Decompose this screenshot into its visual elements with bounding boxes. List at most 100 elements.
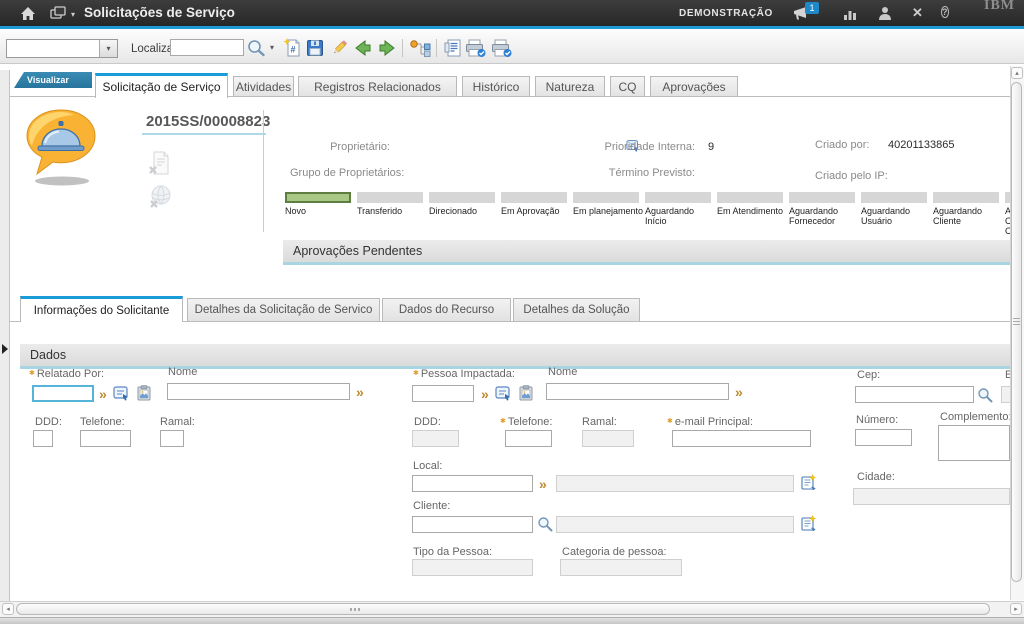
affected-person-input[interactable] [412,385,474,402]
horizontal-scrollbar-grip [350,608,352,611]
owner-label: Proprietário: [290,141,390,153]
next-record-button[interactable] [375,36,399,60]
sign-out-icon[interactable]: ✕ [912,6,923,20]
cep-search-icon[interactable] [977,387,993,403]
horizontal-scrollbar-thumb[interactable] [16,603,990,615]
stage-label-direcionado: Direcionado [429,206,499,216]
svg-text:#: # [291,45,296,55]
person-type-field [412,559,533,576]
clear-changes-button[interactable] [327,36,351,60]
reported-by-name-input[interactable] [167,383,350,400]
globe-disabled-icon [147,184,173,210]
scroll-up-icon[interactable]: ▴ [1011,67,1023,79]
stage-label-aguardando-inicio: Aguardando Início [645,206,715,226]
expand-panel-handle-icon[interactable] [2,344,8,354]
affected-ddd-input [412,430,459,447]
reported-by-input[interactable] [32,385,94,402]
vertical-scrollbar-thumb[interactable] [1011,82,1022,582]
location-long-description-icon[interactable] [800,474,817,490]
reported-by-detail-menu-icon[interactable]: » [99,388,107,400]
delete-document-icon [147,150,173,176]
reported-by-person-details-icon[interactable] [136,385,153,401]
stage-box [573,192,639,203]
search-options-caret-icon[interactable]: ▾ [266,36,278,60]
subtab-dados-do-recurso[interactable]: Dados do Recurso [382,298,511,321]
tab-registros-relacionados[interactable]: Registros Relacionados [298,76,457,96]
affected-person-name-label: Nome [548,366,577,378]
subtab-informacoes-do-solicitante[interactable]: Informações do Solicitante [20,296,183,322]
stage-box-current [285,192,351,203]
tab-solicitacao-de-servico[interactable]: Solicitação de Serviço [95,73,228,98]
location-label: Local: [413,460,442,472]
cep-input[interactable] [855,386,974,403]
stage-label-em-atendimento: Em Atendimento [717,206,791,216]
window-footer [0,617,1024,624]
customer-long-description-icon[interactable] [800,515,817,531]
find-input[interactable] [170,39,244,56]
affected-phone-label: Telefone: [500,416,552,428]
internal-priority-label: Prioridade Interna: [595,141,695,153]
applications-menu-caret-icon[interactable]: ▾ [71,11,75,19]
affected-person-detail-menu-icon[interactable]: » [481,388,489,400]
help-icon[interactable]: ? [941,6,949,19]
customer-input[interactable] [412,516,533,533]
created-by-label: Criado por: [815,139,869,151]
stage-label-aguardando-usuario: Aguardando Usuário [861,206,931,226]
affected-person-details-icon[interactable] [518,385,535,401]
affected-phone-input[interactable] [505,430,552,447]
location-input[interactable] [412,475,533,492]
affected-person-name-detail-menu-icon[interactable]: » [735,386,743,398]
reported-by-select-value-icon[interactable] [113,385,130,401]
affected-person-label: Pessoa Impactada: [413,368,515,380]
email-input[interactable] [672,430,811,447]
view-list-tab[interactable]: Visualizar Lista [14,72,92,88]
print-attached-documents-button[interactable] [489,36,513,60]
reports-button[interactable] [441,36,465,60]
environment-label: DEMONSTRAÇÃO [679,8,773,19]
cep-label: Cep: [857,369,880,381]
titlebar: ▾ Solicitações de Serviço DEMONSTRAÇÃO 1… [0,0,1024,26]
combobox-caret-icon[interactable]: ▾ [99,40,117,57]
customer-search-icon[interactable] [537,516,553,532]
stage-label-transferido: Transferido [357,206,427,216]
reported-by-ddd-input[interactable] [33,430,53,447]
stage-box [429,192,495,203]
print-button[interactable] [463,36,487,60]
quick-insert-combobox[interactable]: ▾ [6,39,118,58]
reported-by-name-detail-menu-icon[interactable]: » [356,386,364,398]
complement-textarea[interactable] [938,425,1010,461]
subtab-detalhes-da-solucao[interactable]: Detalhes da Solução [513,298,640,321]
internal-priority-value: 9 [708,141,714,153]
route-workflow-button[interactable] [408,36,432,60]
number-input[interactable] [855,429,912,446]
scroll-right-icon[interactable]: ▸ [1010,603,1022,615]
tab-cq[interactable]: CQ [610,76,645,96]
city-field [853,488,1010,505]
tab-historico[interactable]: Histórico [462,76,530,96]
previous-record-button[interactable] [351,36,375,60]
go-to-applications-icon[interactable] [50,6,69,20]
affected-ddd-label: DDD: [414,416,441,428]
reports-chart-icon[interactable] [843,7,858,20]
save-button[interactable] [303,36,327,60]
location-description-field [556,475,794,492]
profile-icon[interactable] [878,6,892,20]
bulletin-count-badge[interactable]: 1 [805,2,819,14]
find-search-icon[interactable] [244,36,268,60]
email-label: e-mail Principal: [667,416,753,428]
location-detail-menu-icon[interactable]: » [539,478,547,490]
scroll-left-icon[interactable]: ◂ [2,603,14,615]
reported-by-ext-input[interactable] [160,430,184,447]
home-icon[interactable] [20,6,36,21]
subtab-detalhes-da-solicitacao[interactable]: Detalhes da Solicitação de Servico [187,298,380,321]
reported-by-phone-input[interactable] [80,430,131,447]
tab-aprovacoes[interactable]: Aprovações [650,76,738,96]
stage-box [501,192,567,203]
tab-natureza[interactable]: Natureza [535,76,605,96]
tab-atividades[interactable]: Atividades [233,76,294,96]
affected-person-select-value-icon[interactable] [495,385,512,401]
affected-person-name-input[interactable] [546,383,729,400]
number-label: Número: [856,414,898,426]
target-finish-label: Término Previsto: [595,167,695,179]
new-record-button[interactable]: # [281,36,305,60]
